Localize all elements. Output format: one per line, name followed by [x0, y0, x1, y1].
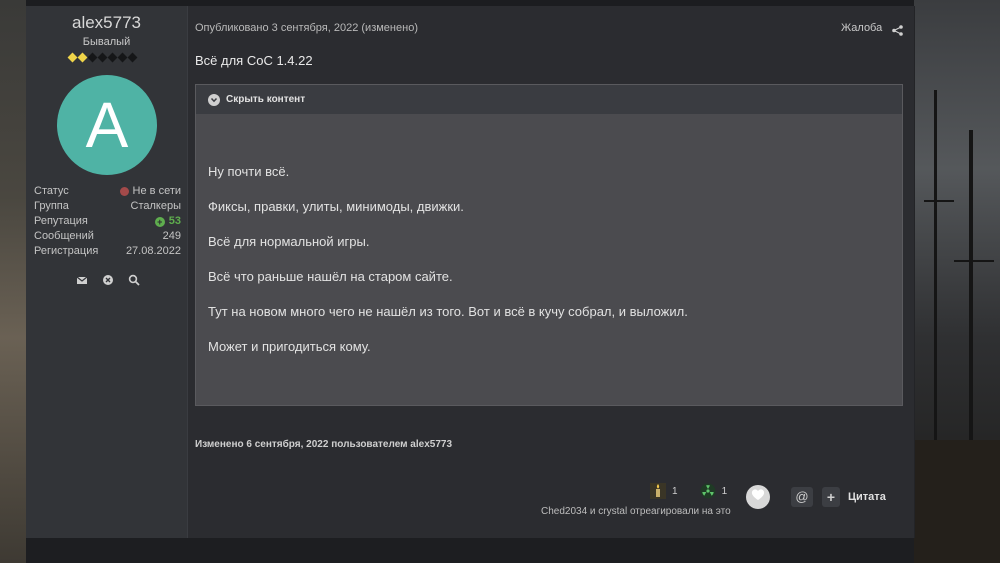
- author-actions: [76, 273, 140, 286]
- stat-label: Репутация: [34, 215, 88, 227]
- stat-value: 27.08.2022: [125, 245, 181, 257]
- background-left: [0, 0, 26, 563]
- stat-status: Статус Не в сети: [34, 184, 181, 199]
- author-rank: Бывалый: [82, 36, 131, 48]
- rank-pip: [87, 52, 98, 63]
- post-title: Всё для CoC 1.4.22: [195, 53, 313, 68]
- report-link[interactable]: Жалоба: [841, 22, 882, 34]
- rank-pip: [67, 52, 78, 63]
- reaction-count: 1: [672, 485, 678, 497]
- forum-post: alex5773 Бывалый A Статус Не в сети Груп…: [26, 6, 915, 538]
- paragraph: Может и пригодиться кому.: [208, 339, 371, 354]
- background-right: [914, 0, 1000, 563]
- stat-label: Статус: [34, 185, 69, 197]
- stat-label: Группа: [34, 200, 69, 212]
- paragraph: Всё для нормальной игры.: [208, 234, 370, 249]
- reaction-count: 1: [721, 485, 728, 497]
- mention-button[interactable]: @: [791, 487, 813, 507]
- heart-icon: [751, 488, 765, 506]
- stat-registration: Регистрация 27.08.2022: [34, 244, 181, 259]
- chevron-down-icon: [208, 93, 220, 106]
- rank-pip: [97, 52, 108, 63]
- rank-pip: [127, 52, 138, 63]
- avatar[interactable]: A: [57, 75, 157, 175]
- author-stats: Статус Не в сети Группа Сталкеры Репутац…: [34, 184, 181, 259]
- reaction-list[interactable]: 1 1: [650, 483, 727, 499]
- post-meta[interactable]: Опубликовано 3 сентября, 2022 (изменено): [195, 22, 418, 34]
- spoiler-block: Скрыть контент Ну почти всё. Фиксы, прав…: [195, 84, 903, 406]
- mail-icon[interactable]: [76, 273, 88, 285]
- stat-group: Группа Сталкеры: [34, 199, 181, 214]
- reputation-count: 53: [168, 215, 181, 227]
- stat-label: Регистрация: [34, 245, 99, 257]
- offline-status-icon: [119, 187, 129, 196]
- paragraph: Тут на новом много чего не нашёл из того…: [208, 304, 688, 319]
- rank-pip: [117, 52, 128, 63]
- react-button[interactable]: [746, 485, 770, 509]
- status-text: Не в сети: [132, 185, 181, 197]
- spoiler-label: Скрыть контент: [226, 94, 306, 105]
- plus-circle-icon: +: [154, 216, 165, 227]
- paragraph: Ну почти всё.: [208, 164, 290, 179]
- reaction-summary[interactable]: Ched2034 и crystal отреагировали на это: [541, 506, 731, 517]
- share-icon[interactable]: [892, 23, 903, 41]
- radiation-icon: [700, 483, 716, 499]
- stat-label: Сообщений: [34, 230, 94, 242]
- rank-pip: [77, 52, 88, 63]
- search-icon[interactable]: [128, 273, 140, 286]
- multiquote-button[interactable]: +: [822, 487, 840, 507]
- stat-posts: Сообщений 249: [34, 229, 181, 244]
- paragraph: Всё что раньше нашёл на старом сайте.: [208, 269, 453, 284]
- rank-pips: [67, 52, 138, 63]
- quote-button[interactable]: Цитата: [848, 491, 886, 503]
- candle-icon: [650, 483, 666, 499]
- stat-value: Сталкеры: [130, 200, 181, 212]
- stat-value: 249: [162, 230, 181, 242]
- post-content: Ну почти всё. Фиксы, правки, улиты, мини…: [196, 114, 902, 354]
- author-panel: alex5773 Бывалый A Статус Не в сети Груп…: [26, 6, 188, 538]
- reputation-value[interactable]: + 53: [154, 214, 181, 229]
- edited-note: Изменено 6 сентября, 2022 пользователем …: [195, 439, 453, 450]
- block-icon[interactable]: [102, 273, 114, 285]
- footer-bar: [26, 538, 914, 563]
- spoiler-toggle[interactable]: Скрыть контент: [196, 85, 902, 114]
- rank-pip: [107, 52, 118, 63]
- paragraph: Фиксы, правки, улиты, минимоды, движки.: [208, 199, 464, 214]
- author-name[interactable]: alex5773: [26, 13, 187, 33]
- stat-value: Не в сети: [119, 184, 181, 199]
- stat-reputation: Репутация + 53: [34, 214, 181, 229]
